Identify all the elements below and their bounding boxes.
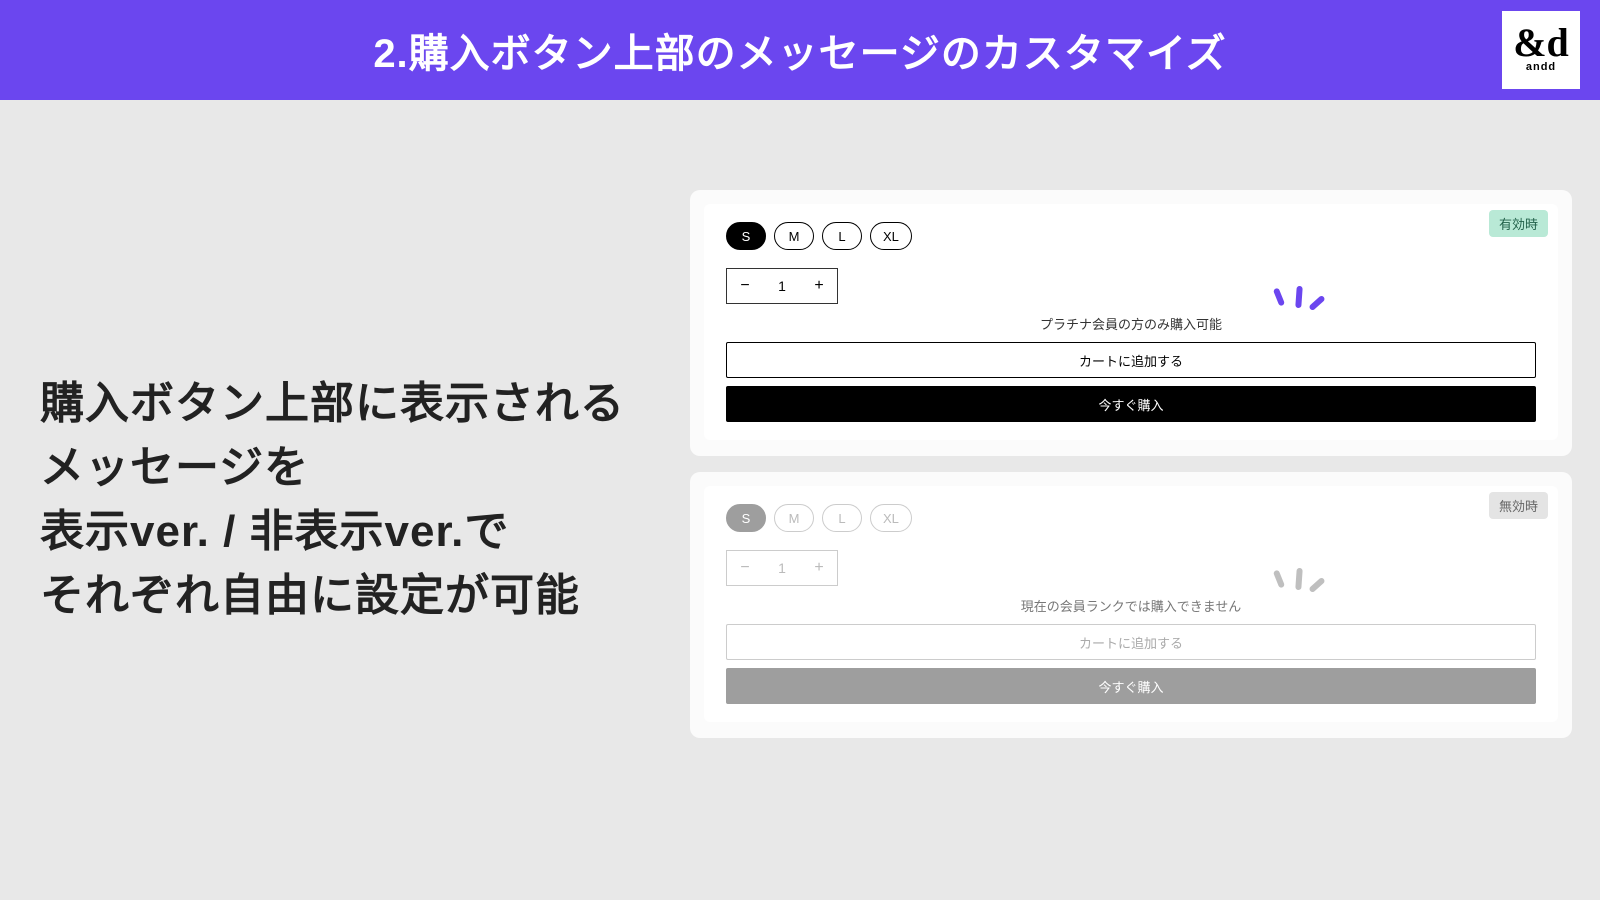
quantity-value: 1 bbox=[763, 269, 801, 303]
quantity-increase-button[interactable]: + bbox=[801, 269, 837, 303]
quantity-value: 1 bbox=[763, 551, 801, 585]
description-column: 購入ボタン上部に表示されるメッセージを表示ver. / 非表示ver.でそれぞれ… bbox=[0, 100, 690, 900]
add-to-cart-button[interactable]: カートに追加する bbox=[726, 342, 1536, 378]
examples-column: 有効時 S M L XL − 1 + プラチナ会員の方のみ購入可能 bbox=[690, 100, 1600, 900]
purchase-message: プラチナ会員の方のみ購入可能 bbox=[1040, 314, 1222, 333]
logo-ampersand: &d bbox=[1513, 27, 1569, 59]
size-option-m[interactable]: M bbox=[774, 222, 814, 250]
quantity-decrease-button[interactable]: − bbox=[727, 551, 763, 585]
purchase-message: 現在の会員ランクでは購入できません bbox=[1021, 596, 1242, 615]
buy-now-button[interactable]: 今すぐ購入 bbox=[726, 386, 1536, 422]
quantity-stepper: − 1 + bbox=[726, 550, 838, 586]
add-to-cart-button[interactable]: カートに追加する bbox=[726, 624, 1536, 660]
size-option-l[interactable]: L bbox=[822, 222, 862, 250]
description-text: 購入ボタン上部に表示されるメッセージを表示ver. / 非表示ver.でそれぞれ… bbox=[40, 372, 650, 627]
size-selector: S M L XL bbox=[726, 222, 1536, 250]
size-option-xl[interactable]: XL bbox=[870, 222, 912, 250]
quantity-increase-button[interactable]: + bbox=[801, 551, 837, 585]
purchase-message-row: プラチナ会員の方のみ購入可能 bbox=[726, 314, 1536, 334]
emphasis-burst-icon bbox=[1270, 286, 1326, 322]
size-option-xl[interactable]: XL bbox=[870, 504, 912, 532]
size-option-l[interactable]: L bbox=[822, 504, 862, 532]
logo-subtext: andd bbox=[1526, 61, 1556, 73]
quantity-stepper: − 1 + bbox=[726, 268, 838, 304]
size-option-m[interactable]: M bbox=[774, 504, 814, 532]
buy-now-button[interactable]: 今すぐ購入 bbox=[726, 668, 1536, 704]
brand-logo: &d andd bbox=[1502, 11, 1580, 89]
example-card-enabled: 有効時 S M L XL − 1 + プラチナ会員の方のみ購入可能 bbox=[690, 190, 1572, 456]
size-option-s[interactable]: S bbox=[726, 222, 766, 250]
emphasis-burst-icon bbox=[1270, 568, 1326, 604]
page-header: 2.購入ボタン上部のメッセージのカスタマイズ &d andd bbox=[0, 0, 1600, 100]
quantity-decrease-button[interactable]: − bbox=[727, 269, 763, 303]
example-card-disabled: 無効時 S M L XL − 1 + 現在の会員ランクでは購入でき bbox=[690, 472, 1572, 738]
size-selector: S M L XL bbox=[726, 504, 1536, 532]
status-badge-enabled: 有効時 bbox=[1489, 210, 1548, 237]
product-panel-enabled: S M L XL − 1 + プラチナ会員の方のみ購入可能 カートに追加する bbox=[704, 204, 1558, 440]
content-area: 購入ボタン上部に表示されるメッセージを表示ver. / 非表示ver.でそれぞれ… bbox=[0, 100, 1600, 900]
purchase-message-row: 現在の会員ランクでは購入できません bbox=[726, 596, 1536, 616]
size-option-s[interactable]: S bbox=[726, 504, 766, 532]
product-panel-disabled: S M L XL − 1 + 現在の会員ランクでは購入できません カートに追加す… bbox=[704, 486, 1558, 722]
status-badge-disabled: 無効時 bbox=[1489, 492, 1548, 519]
page-title: 2.購入ボタン上部のメッセージのカスタマイズ bbox=[373, 21, 1226, 79]
